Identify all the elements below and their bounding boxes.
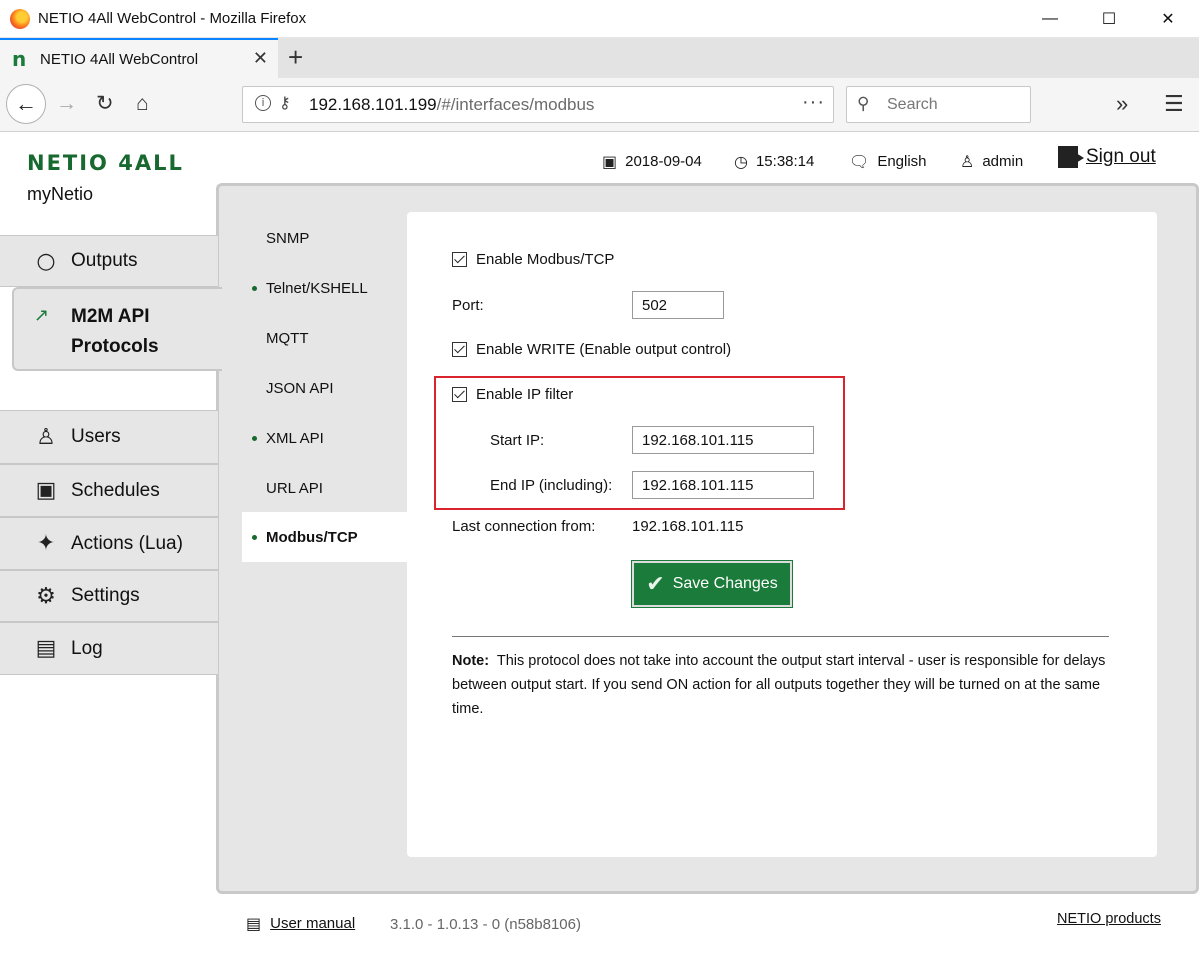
device-name: myNetio xyxy=(27,184,94,204)
checkbox-checked-icon[interactable] xyxy=(452,342,467,357)
enable-modbus-checkbox[interactable]: Enable Modbus/TCP xyxy=(452,251,614,268)
user-display[interactable]: ♙ admin xyxy=(960,152,1023,171)
last-connection-value: 192.168.101.115 xyxy=(632,518,744,535)
enabled-dot-icon xyxy=(252,534,257,540)
m2m-icon: ↗ xyxy=(34,305,50,326)
url-bar[interactable]: i ⚷ 192.168.101.199/#/interfaces/modbus … xyxy=(242,86,834,123)
magic-wand-icon: ✦ xyxy=(36,531,56,556)
user-icon: ♙ xyxy=(960,152,975,171)
sidebar-item-schedules[interactable]: ▣ Schedules xyxy=(0,464,218,517)
enabled-dot-icon xyxy=(252,285,257,291)
minimize-button[interactable]: — xyxy=(1027,0,1073,38)
last-connection-label: Last connection from: xyxy=(452,518,596,535)
site-info-icon[interactable]: i xyxy=(255,95,271,111)
outlet-icon: ○ xyxy=(36,248,56,274)
subnav-modbus-tcp[interactable]: Modbus/TCP xyxy=(242,512,407,562)
new-tab-button[interactable]: + xyxy=(288,42,303,72)
sidebar-item-actions[interactable]: ✦ Actions (Lua) xyxy=(0,517,218,570)
subnav-xml-api[interactable]: XML API xyxy=(242,413,407,463)
tab-close-icon[interactable]: ✕ xyxy=(253,48,268,69)
enable-write-checkbox[interactable]: Enable WRITE (Enable output control) xyxy=(452,341,731,358)
time-display: ◷ 15:38:14 xyxy=(734,152,815,171)
user-manual-link[interactable]: ▤ User manual xyxy=(246,914,355,933)
key-icon[interactable]: ⚷ xyxy=(279,93,291,113)
checkmark-icon: ✔ xyxy=(646,571,665,597)
calendar-icon: ▣ xyxy=(602,152,618,171)
clock-icon: ◷ xyxy=(734,152,748,171)
enabled-dot-icon xyxy=(252,435,257,441)
page-actions-icon[interactable]: ··· xyxy=(802,91,825,114)
tab-title: NETIO 4All WebControl xyxy=(40,51,199,68)
start-ip-field[interactable]: 192.168.101.115 xyxy=(632,426,814,454)
firefox-logo-icon xyxy=(10,9,30,29)
page: NETIO 4ALL myNetio ▣ 2018-09-04 ◷ 15:38:… xyxy=(0,132,1199,977)
end-ip-field[interactable]: 192.168.101.115 xyxy=(632,471,814,499)
port-field[interactable]: 502 xyxy=(632,291,724,319)
document-icon: ▤ xyxy=(35,636,57,661)
sidebar-item-log[interactable]: ▤ Log xyxy=(0,622,218,675)
home-button[interactable]: ⌂ xyxy=(136,92,149,116)
subnav-telnet[interactable]: Telnet/KSHELL xyxy=(242,263,407,313)
protocol-note: Note: This protocol does not take into a… xyxy=(452,653,1106,717)
sidebar-item-settings[interactable]: ⚙ Settings xyxy=(0,570,218,622)
navigation-toolbar: ← → ↻ ⌂ i ⚷ 192.168.101.199/#/interfaces… xyxy=(0,78,1199,132)
window-title: NETIO 4All WebControl - Mozilla Firefox xyxy=(38,10,307,27)
subnav-mqtt[interactable]: MQTT xyxy=(242,313,407,363)
checkbox-checked-icon[interactable] xyxy=(452,387,467,402)
netio-favicon-icon: n xyxy=(12,47,27,71)
overflow-chevron-icon[interactable]: » xyxy=(1116,91,1128,117)
sign-out-link[interactable]: Sign out xyxy=(1058,146,1156,168)
document-icon: ▤ xyxy=(246,914,262,933)
start-ip-label: Start IP: xyxy=(490,432,545,449)
speech-bubble-icon: 🗨 xyxy=(849,152,870,171)
subnav-url-api[interactable]: URL API xyxy=(242,463,407,513)
tab-strip: n NETIO 4All WebControl ✕ + xyxy=(0,38,1199,78)
search-input[interactable]: ⚲ Search xyxy=(846,86,1031,123)
calendar-icon: ▣ xyxy=(35,478,57,503)
subnav-snmp[interactable]: SNMP xyxy=(242,213,407,263)
close-window-button[interactable]: ✕ xyxy=(1145,0,1191,38)
enable-ipfilter-checkbox[interactable]: Enable IP filter xyxy=(452,386,573,403)
end-ip-label: End IP (including): xyxy=(490,477,613,494)
save-changes-button[interactable]: ✔ Save Changes xyxy=(631,560,793,608)
firmware-version: 3.1.0 - 1.0.13 - 0 (n58b8106) xyxy=(390,916,581,933)
url-text[interactable]: 192.168.101.199/#/interfaces/modbus xyxy=(309,95,594,115)
netio-products-link[interactable]: NETIO products xyxy=(1057,911,1161,927)
user-icon: ♙ xyxy=(36,424,56,450)
search-icon: ⚲ xyxy=(857,94,870,113)
language-selector[interactable]: 🗨 English xyxy=(849,152,927,171)
checkbox-checked-icon[interactable] xyxy=(452,252,467,267)
sidebar-item-users[interactable]: ♙ Users xyxy=(0,410,218,464)
sidebar-item-outputs[interactable]: ○ Outputs xyxy=(0,235,218,287)
back-button[interactable]: ← xyxy=(6,84,46,124)
sign-out-icon xyxy=(1058,146,1084,168)
subnav-json-api[interactable]: JSON API xyxy=(242,363,407,413)
port-label: Port: xyxy=(452,297,484,314)
maximize-button[interactable]: ☐ xyxy=(1086,0,1132,38)
search-placeholder: Search xyxy=(887,96,938,113)
browser-tab[interactable]: n NETIO 4All WebControl ✕ xyxy=(0,38,278,78)
gear-icon: ⚙ xyxy=(36,583,56,609)
forward-button[interactable]: → xyxy=(56,92,77,116)
window-titlebar: NETIO 4All WebControl - Mozilla Firefox … xyxy=(0,0,1199,38)
reload-button[interactable]: ↻ xyxy=(96,92,114,116)
brand-logo: NETIO 4ALL xyxy=(27,151,184,175)
date-display: ▣ 2018-09-04 xyxy=(602,152,702,171)
hamburger-menu-icon[interactable]: ☰ xyxy=(1164,91,1184,117)
sidebar-item-m2m-api[interactable]: ↗ M2M API Protocols xyxy=(12,287,222,371)
divider xyxy=(452,636,1109,637)
